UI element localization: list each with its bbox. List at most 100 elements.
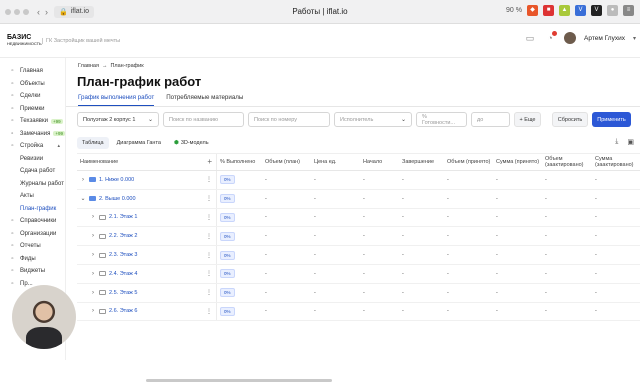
chevron-right-icon[interactable]: › bbox=[90, 233, 96, 239]
row-name[interactable]: 2.1. Этаж 1 bbox=[109, 214, 137, 220]
chevron-right-icon[interactable]: › bbox=[90, 308, 96, 314]
sidebar-item[interactable]: ▫ Сделки bbox=[0, 90, 65, 103]
breadcrumb-home[interactable]: Главная bbox=[78, 63, 99, 69]
sidebar-item[interactable]: Акты bbox=[0, 190, 65, 203]
chevron-down-icon[interactable]: ⌄ bbox=[80, 195, 86, 202]
percent-badge: 0% bbox=[220, 250, 235, 260]
executor-select[interactable]: Исполнитель ⌄ bbox=[334, 112, 412, 127]
readiness-from-input[interactable]: % Готовности... bbox=[416, 112, 467, 127]
chevron-down-icon[interactable]: ▾ bbox=[633, 35, 636, 42]
view-tab-3d[interactable]: ⬢ 3D-модель bbox=[169, 137, 214, 149]
sidebar-item[interactable]: План-график bbox=[0, 203, 65, 216]
tab-materials[interactable]: Потребляемые материалы bbox=[166, 94, 243, 106]
extension-icon[interactable]: ≡ bbox=[623, 5, 634, 16]
more-vertical-icon[interactable]: ⋮ bbox=[206, 289, 212, 296]
extension-icon[interactable]: ▲ bbox=[559, 5, 570, 16]
column-header[interactable]: Сумма (заактировано) bbox=[592, 154, 640, 170]
sidebar-item[interactable]: Ревизии bbox=[0, 153, 65, 166]
table-cell: - bbox=[402, 233, 404, 240]
extension-icon[interactable]: ■ bbox=[543, 5, 554, 16]
chevron-right-icon[interactable]: › bbox=[90, 252, 96, 258]
table-row[interactable]: › 2.2. Этаж 2 ⋮ 0% - - - - - - - - bbox=[77, 227, 640, 247]
reset-button[interactable]: Сбросить bbox=[552, 112, 588, 127]
column-header[interactable]: Наименование bbox=[80, 159, 118, 165]
column-header[interactable]: % Выполнено bbox=[217, 154, 262, 170]
column-header[interactable]: Цена ед. bbox=[311, 154, 360, 170]
more-vertical-icon[interactable]: ⋮ bbox=[206, 233, 212, 240]
sidebar-item[interactable]: ▫ Стройка ▴ bbox=[0, 140, 65, 153]
sidebar-item[interactable]: ▫ Главная bbox=[0, 65, 65, 78]
chevron-right-icon[interactable]: › bbox=[90, 271, 96, 277]
row-name[interactable]: 2.6. Этаж 6 bbox=[109, 308, 137, 314]
user-name[interactable]: Артем Глухих bbox=[584, 35, 625, 42]
sidebar-item[interactable]: ▫ Замечания +99 bbox=[0, 128, 65, 141]
extension-icon[interactable]: ◆ bbox=[527, 5, 538, 16]
column-header[interactable]: Начало bbox=[360, 154, 399, 170]
table-row[interactable]: › 2.6. Этаж 6 ⋮ 0% - - - - - - - - bbox=[77, 302, 640, 322]
row-name[interactable]: 2.3. Этаж 3 bbox=[109, 252, 137, 258]
sidebar-item[interactable]: ▫ Техзаявки +99 bbox=[0, 115, 65, 128]
logo[interactable]: БАЗИС НЕДВИЖИМОСТЬ bbox=[7, 34, 42, 47]
section-select[interactable]: Полуэтаж 2 корпус 1 ⌄ bbox=[77, 112, 159, 127]
more-vertical-icon[interactable]: ⋮ bbox=[206, 308, 212, 315]
row-name[interactable]: 2. Выше 0.000 bbox=[99, 196, 136, 202]
address-bar[interactable]: 🔒 iflat.io bbox=[54, 5, 95, 18]
extension-icon[interactable]: V bbox=[575, 5, 586, 16]
sidebar-item[interactable]: ▫ Объекты bbox=[0, 78, 65, 91]
sidebar-item[interactable]: ▫ Виджеты bbox=[0, 265, 65, 278]
sidebar-item[interactable]: Журналы работ bbox=[0, 178, 65, 191]
download-icon[interactable]: ⤓ bbox=[615, 138, 618, 146]
number-search-input[interactable]: Поиск по номеру bbox=[248, 112, 330, 127]
chevron-right-icon[interactable]: › bbox=[90, 214, 96, 220]
row-name[interactable]: 2.4. Этаж 4 bbox=[109, 271, 137, 277]
calendar-icon[interactable]: ▭ bbox=[524, 32, 536, 44]
extension-icon[interactable]: V bbox=[591, 5, 602, 16]
chevron-right-icon[interactable]: › bbox=[80, 177, 86, 183]
sidebar-item[interactable]: ▫ Отчеты bbox=[0, 240, 65, 253]
table-row[interactable]: ⌄ 2. Выше 0.000 ⋮ 0% - - - - - - - - bbox=[77, 189, 640, 209]
sidebar-item[interactable]: ▫ Справочники bbox=[0, 215, 65, 228]
wrench-icon: ▫ bbox=[11, 118, 14, 125]
sidebar-item[interactable]: ▫ Приемки bbox=[0, 103, 65, 116]
table-cell: - bbox=[545, 233, 547, 240]
settings-icon[interactable]: ▣ bbox=[627, 138, 634, 146]
back-icon[interactable]: ‹ bbox=[37, 7, 40, 17]
apply-button[interactable]: Применить bbox=[592, 112, 631, 127]
more-vertical-icon[interactable]: ⋮ bbox=[206, 195, 212, 202]
column-header[interactable]: Объем (план) bbox=[262, 154, 311, 170]
zoom-level[interactable]: 90 % bbox=[506, 7, 522, 14]
readiness-to-input[interactable]: до bbox=[471, 112, 510, 127]
chevron-right-icon[interactable]: › bbox=[90, 290, 96, 296]
name-search-input[interactable]: Поиск по названию bbox=[163, 112, 244, 127]
add-icon[interactable]: + bbox=[207, 158, 212, 166]
bell-icon[interactable]: ◔ bbox=[544, 31, 558, 44]
more-vertical-icon[interactable]: ⋮ bbox=[206, 214, 212, 221]
table-row[interactable]: › 2.1. Этаж 1 ⋮ 0% - - - - - - - - bbox=[77, 208, 640, 228]
clipboard-icon: ▫ bbox=[11, 105, 14, 112]
table-row[interactable]: › 2.4. Этаж 4 ⋮ 0% - - - - - - - - bbox=[77, 264, 640, 284]
avatar[interactable] bbox=[564, 32, 577, 44]
table-row[interactable]: › 2.5. Этаж 5 ⋮ 0% - - - - - - - - bbox=[77, 283, 640, 303]
more-vertical-icon[interactable]: ⋮ bbox=[206, 176, 212, 183]
sidebar-item[interactable]: Сдача работ bbox=[0, 165, 65, 178]
row-name[interactable]: 2.2. Этаж 2 bbox=[109, 233, 137, 239]
row-name[interactable]: 2.5. Этаж 5 bbox=[109, 290, 137, 296]
table-row[interactable]: › 1. Ниже 0.000 ⋮ 0% - - - - - - - - bbox=[77, 171, 640, 190]
view-tab-gantt[interactable]: Диаграмма Ганта bbox=[112, 137, 166, 149]
sidebar-item[interactable]: ▫ Организации bbox=[0, 228, 65, 241]
table-row[interactable]: › 2.3. Этаж 3 ⋮ 0% - - - - - - - - bbox=[77, 246, 640, 265]
window-controls[interactable] bbox=[5, 8, 29, 15]
column-header[interactable]: Объем (заактировано) bbox=[542, 154, 592, 170]
extension-icon[interactable]: ● bbox=[607, 5, 618, 16]
more-vertical-icon[interactable]: ⋮ bbox=[206, 252, 212, 259]
forward-icon[interactable]: › bbox=[45, 7, 48, 17]
row-name[interactable]: 1. Ниже 0.000 bbox=[99, 177, 134, 183]
sidebar-item[interactable]: ▫ Фиды bbox=[0, 253, 65, 266]
column-header[interactable]: Завершение bbox=[399, 154, 444, 170]
column-header[interactable]: Объем (принято) bbox=[444, 154, 493, 170]
more-vertical-icon[interactable]: ⋮ bbox=[206, 270, 212, 277]
view-tab-table[interactable]: Таблица bbox=[77, 137, 109, 149]
tab-schedule[interactable]: График выполнения работ bbox=[78, 94, 155, 106]
more-filters-button[interactable]: + Еще bbox=[514, 112, 541, 127]
column-header[interactable]: Сумма (принято) bbox=[493, 154, 542, 170]
